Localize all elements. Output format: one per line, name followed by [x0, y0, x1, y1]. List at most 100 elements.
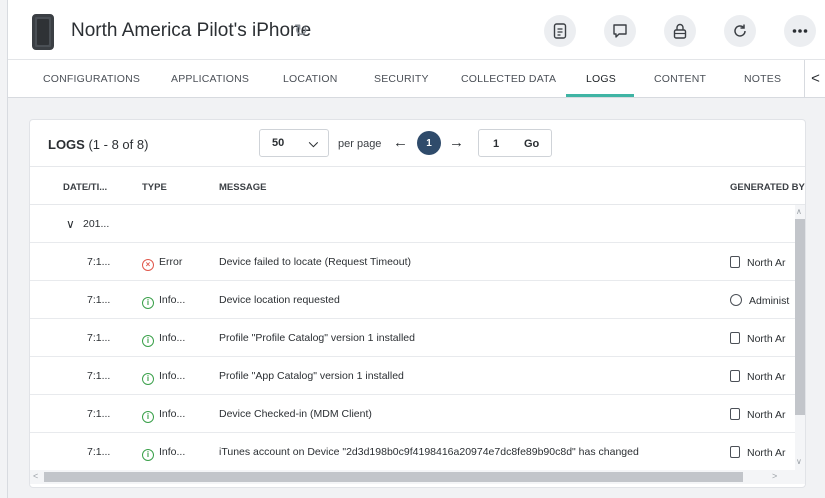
document-button[interactable] [544, 15, 576, 47]
lock-button[interactable] [664, 15, 696, 47]
chevron-down-icon: ⌵ [308, 136, 318, 150]
log-time: 7:1... [87, 446, 111, 458]
horizontal-scroll-thumb[interactable] [44, 472, 743, 482]
log-type-label: Info... [159, 408, 186, 420]
log-generated-by: North Ar [730, 256, 786, 269]
tab-applications[interactable]: APPLICATIONS [171, 73, 249, 85]
log-generated-by-label: North Ar [747, 371, 786, 383]
log-generated-by: North Ar [730, 370, 786, 383]
device-icon [730, 256, 740, 268]
lock-icon [673, 23, 687, 39]
error-icon: × [142, 259, 154, 271]
log-time: 7:1... [87, 370, 111, 382]
message-button[interactable] [604, 15, 636, 47]
table-row[interactable]: 7:1... × Error Device failed to locate (Req… [30, 243, 795, 281]
tab-location[interactable]: LOCATION [283, 73, 338, 85]
log-time: 7:1... [87, 408, 111, 420]
log-message: Device location requested [219, 294, 340, 306]
table-row[interactable]: 7:1... i Info... Device Checked-in (MDM Cli… [30, 395, 795, 433]
more-button[interactable] [784, 15, 816, 47]
horizontal-scrollbar[interactable]: < > [30, 470, 805, 484]
tab-security[interactable]: SECURITY [374, 73, 429, 85]
log-type: i Info... [142, 408, 185, 423]
scroll-right-icon[interactable]: > [772, 471, 777, 481]
logs-toolbar: LOGS (1 - 8 of 8) 50 ⌵ per page ← 1 → 1 … [30, 120, 805, 167]
table-row[interactable]: 7:1... i Info... Device location requested A… [30, 281, 795, 319]
refresh-icon [734, 24, 746, 37]
scroll-down-icon[interactable]: ∨ [796, 457, 802, 466]
log-message: Device failed to locate (Request Timeout… [219, 256, 412, 268]
log-message: Profile "Profile Catalog" version 1 inst… [219, 332, 415, 344]
group-row[interactable]: ∨ 201... [30, 205, 795, 243]
scroll-up-icon[interactable]: ∧ [796, 207, 802, 216]
tab-content[interactable]: CONTENT [654, 73, 706, 85]
log-type: × Error [142, 256, 182, 271]
log-time: 7:1... [87, 256, 111, 268]
logs-count: (1 - 8 of 8) [88, 137, 149, 152]
table-body: ∨ 201... 7:1... × Error Device failed to lo… [30, 205, 795, 470]
go-button[interactable]: Go [524, 138, 539, 150]
log-type-label: Info... [159, 332, 186, 344]
tab-notes[interactable]: NOTES [744, 73, 781, 85]
log-type-label: Info... [159, 370, 186, 382]
page-jump-group: 1 Go [478, 129, 552, 157]
log-message: iTunes account on Device "2d3d198b0c9f41… [219, 446, 639, 458]
page-jump-input[interactable]: 1 [493, 138, 499, 150]
log-time: 7:1... [87, 332, 111, 344]
chevron-down-icon[interactable]: ∨ [66, 217, 75, 231]
log-generated-by: North Ar [730, 408, 786, 421]
device-icon [730, 446, 740, 458]
vertical-scrollbar[interactable]: ∧ ∨ [795, 205, 805, 470]
more-icon [792, 29, 808, 33]
log-generated-by-label: North Ar [747, 447, 786, 459]
table-row[interactable]: 7:1... i Info... Profile "Profile Catalog" … [30, 319, 795, 357]
current-page-button[interactable]: 1 [417, 131, 441, 155]
vertical-scroll-thumb[interactable] [795, 219, 805, 415]
log-generated-by-label: North Ar [747, 409, 786, 421]
tabs-scroll-left-button[interactable]: < [804, 60, 825, 97]
column-header-date[interactable]: DATE/TI... [63, 182, 107, 193]
info-icon: i [142, 297, 154, 309]
log-generated-by: Administ [730, 294, 789, 307]
per-page-value: 50 [272, 137, 285, 149]
log-type: i Info... [142, 446, 185, 461]
table-header: DATE/TI... TYPE MESSAGE GENERATED BY [30, 167, 805, 205]
sync-icon[interactable]: ↻ [292, 22, 310, 40]
device-title: North America Pilot's iPhone [71, 20, 312, 41]
log-message: Profile "App Catalog" version 1 installe… [219, 370, 404, 382]
tab-logs[interactable]: LOGS [586, 73, 616, 85]
info-icon: i [142, 411, 154, 423]
log-generated-by-label: North Ar [747, 257, 786, 269]
refresh-button[interactable] [724, 15, 756, 47]
log-type-label: Info... [159, 294, 186, 306]
column-header-generated-by[interactable]: GENERATED BY [730, 182, 805, 193]
device-icon [730, 408, 740, 420]
log-time: 7:1... [87, 294, 111, 306]
prev-page-arrow-icon[interactable]: ← [393, 134, 408, 151]
group-label: 201... [83, 218, 110, 230]
log-generated-by: North Ar [730, 332, 786, 345]
info-icon: i [142, 449, 154, 461]
logs-heading: LOGS (1 - 8 of 8) [48, 137, 148, 152]
chat-icon [613, 24, 627, 38]
log-generated-by-label: North Ar [747, 333, 786, 345]
tab-collected-data[interactable]: COLLECTED DATA [461, 73, 556, 85]
scroll-left-icon[interactable]: < [33, 471, 38, 481]
tab-bar: CONFIGURATIONS APPLICATIONS LOCATION SEC… [8, 60, 825, 98]
table-row[interactable]: 7:1... i Info... Profile "App Catalog" vers… [30, 357, 795, 395]
column-header-type[interactable]: TYPE [142, 182, 167, 193]
device-details-panel: North America Pilot's iPhone ↻ CONFIGURA… [7, 0, 825, 498]
log-message: Device Checked-in (MDM Client) [219, 408, 372, 420]
table-row[interactable]: 7:1... i Info... iTunes account on Device "… [30, 433, 795, 470]
column-header-message[interactable]: MESSAGE [219, 182, 267, 193]
tab-configurations[interactable]: CONFIGURATIONS [43, 73, 140, 85]
per-page-label: per page [338, 138, 382, 150]
next-page-arrow-icon[interactable]: → [449, 134, 464, 151]
per-page-select[interactable]: 50 ⌵ [259, 129, 329, 157]
log-generated-by-label: Administ [749, 295, 790, 307]
document-icon [553, 23, 567, 39]
active-tab-indicator [566, 94, 634, 97]
log-type: i Info... [142, 332, 185, 347]
user-icon [730, 294, 742, 306]
device-header: North America Pilot's iPhone ↻ [8, 0, 825, 60]
